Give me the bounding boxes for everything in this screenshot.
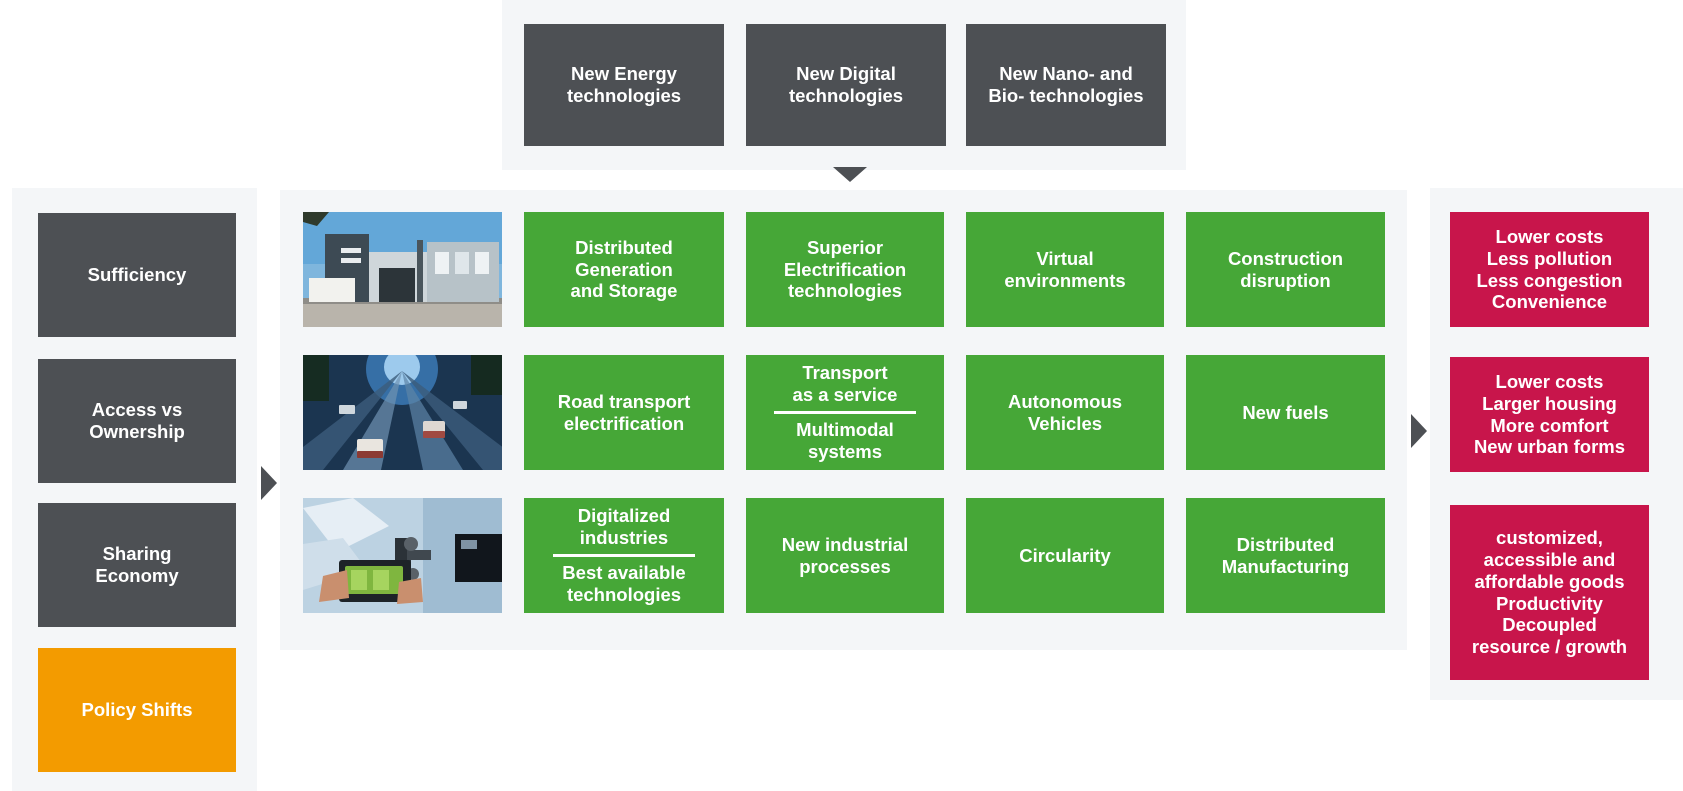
solution-card-bottom-group: Multimodal systems	[752, 418, 938, 464]
driver-card-access-vs-ownership[interactable]: Access vs Ownership	[38, 359, 236, 483]
solution-card-new-industrial-processes[interactable]: New industrial processes	[746, 498, 944, 613]
solution-card-line: as a service	[752, 384, 938, 406]
outcome-card-line: affordable goods	[1456, 571, 1643, 593]
solution-card-line: Generation	[530, 259, 718, 281]
outcome-card-line: Less congestion	[1456, 270, 1643, 292]
driver-card-sharing-economy[interactable]: Sharing Economy	[38, 503, 236, 627]
thumbnail-road-traffic-photo	[303, 355, 502, 470]
solution-card-line: Construction	[1192, 248, 1379, 270]
arrow-right-icon-drivers	[261, 466, 277, 500]
solution-card-line: Vehicles	[972, 413, 1158, 435]
solution-card-virtual-environments[interactable]: Virtual environments	[966, 212, 1164, 327]
outcome-card-housing-benefits[interactable]: Lower costs Larger housing More comfort …	[1450, 357, 1649, 472]
solution-card-line: Transport	[752, 362, 938, 384]
driver-card-line: Access vs	[44, 399, 230, 421]
solution-card-road-transport-electrification[interactable]: Road transport electrification	[524, 355, 724, 470]
outcome-card-line: Lower costs	[1456, 226, 1643, 248]
thumbnail-industry-robotics-photo	[303, 498, 502, 613]
solution-card-autonomous-vehicles[interactable]: Autonomous Vehicles	[966, 355, 1164, 470]
solution-card-line: Distributed	[530, 237, 718, 259]
driver-card-sufficiency[interactable]: Sufficiency	[38, 213, 236, 337]
driver-card-policy-shifts[interactable]: Policy Shifts	[38, 648, 236, 772]
outcome-card-line: Decoupled	[1456, 614, 1643, 636]
technology-card-line: New Energy	[530, 63, 718, 85]
outcome-card-line: Convenience	[1456, 291, 1643, 313]
driver-card-line: Economy	[44, 565, 230, 587]
solution-card-line: Electrification	[752, 259, 938, 281]
solution-card-construction-disruption[interactable]: Construction disruption	[1186, 212, 1385, 327]
outcome-card-line: accessible and	[1456, 549, 1643, 571]
solution-card-line: Manufacturing	[1192, 556, 1379, 578]
technology-card-line: New Nano- and	[972, 63, 1160, 85]
outcome-card-line: Less pollution	[1456, 248, 1643, 270]
diagram-canvas: New Energy technologies New Digital tech…	[0, 0, 1683, 791]
solution-card-distributed-manufacturing[interactable]: Distributed Manufacturing	[1186, 498, 1385, 613]
solution-card-line: Circularity	[972, 545, 1158, 567]
solution-card-circularity[interactable]: Circularity	[966, 498, 1164, 613]
outcome-card-industry-benefits[interactable]: customized, accessible and affordable go…	[1450, 505, 1649, 680]
arrow-down-icon	[833, 167, 867, 182]
solution-card-line: Superior	[752, 237, 938, 259]
solution-card-line: and Storage	[530, 280, 718, 302]
card-divider	[553, 554, 696, 557]
technology-card-line: technologies	[752, 85, 940, 107]
solution-card-line: Autonomous	[972, 391, 1158, 413]
solution-card-line: industries	[530, 527, 718, 549]
solution-card-line: electrification	[530, 413, 718, 435]
driver-card-line: Policy Shifts	[44, 699, 230, 721]
technology-card-line: technologies	[530, 85, 718, 107]
driver-card-line: Sharing	[44, 543, 230, 565]
solution-card-line: Road transport	[530, 391, 718, 413]
technology-card-new-digital[interactable]: New Digital technologies	[746, 24, 946, 146]
outcome-card-line: Productivity	[1456, 593, 1643, 615]
solution-card-line: technologies	[530, 584, 718, 606]
technology-card-line: Bio- technologies	[972, 85, 1160, 107]
solution-card-line: New industrial	[752, 534, 938, 556]
solution-card-transport-as-a-service-multimodal-systems[interactable]: Transport as a service Multimodal system…	[746, 355, 944, 470]
driver-card-line: Ownership	[44, 421, 230, 443]
solution-card-bottom-group: Best available technologies	[530, 561, 718, 607]
arrow-right-icon-outcomes	[1411, 414, 1427, 448]
solution-card-digitalized-industries-best-available-technologies[interactable]: Digitalized industries Best available te…	[524, 498, 724, 613]
solution-card-line: Virtual	[972, 248, 1158, 270]
solution-card-line: Best available	[530, 562, 718, 584]
solution-card-line: technologies	[752, 280, 938, 302]
outcome-card-line: resource / growth	[1456, 636, 1643, 658]
solution-card-top-group: Digitalized industries	[530, 504, 718, 550]
solution-card-line: disruption	[1192, 270, 1379, 292]
solution-card-line: Multimodal	[752, 419, 938, 441]
solution-card-new-fuels[interactable]: New fuels	[1186, 355, 1385, 470]
outcome-card-line: Lower costs	[1456, 371, 1643, 393]
technology-card-new-nano-bio[interactable]: New Nano- and Bio- technologies	[966, 24, 1166, 146]
solution-card-line: environments	[972, 270, 1158, 292]
solution-card-distributed-generation-and-storage[interactable]: Distributed Generation and Storage	[524, 212, 724, 327]
solution-card-line: systems	[752, 441, 938, 463]
solution-card-line: Distributed	[1192, 534, 1379, 556]
outcome-card-mobility-benefits[interactable]: Lower costs Less pollution Less congesti…	[1450, 212, 1649, 327]
outcome-card-line: More comfort	[1456, 415, 1643, 437]
driver-card-line: Sufficiency	[44, 264, 230, 286]
solution-card-superior-electrification-technologies[interactable]: Superior Electrification technologies	[746, 212, 944, 327]
technology-card-line: New Digital	[752, 63, 940, 85]
technology-card-new-energy[interactable]: New Energy technologies	[524, 24, 724, 146]
outcome-card-line: customized,	[1456, 527, 1643, 549]
solution-card-line: Digitalized	[530, 505, 718, 527]
thumbnail-buildings-photo	[303, 212, 502, 327]
outcome-card-line: Larger housing	[1456, 393, 1643, 415]
outcome-card-line: New urban forms	[1456, 436, 1643, 458]
card-divider	[774, 411, 915, 414]
solution-card-line: processes	[752, 556, 938, 578]
solution-card-line: New fuels	[1192, 402, 1379, 424]
solution-card-top-group: Transport as a service	[752, 361, 938, 407]
